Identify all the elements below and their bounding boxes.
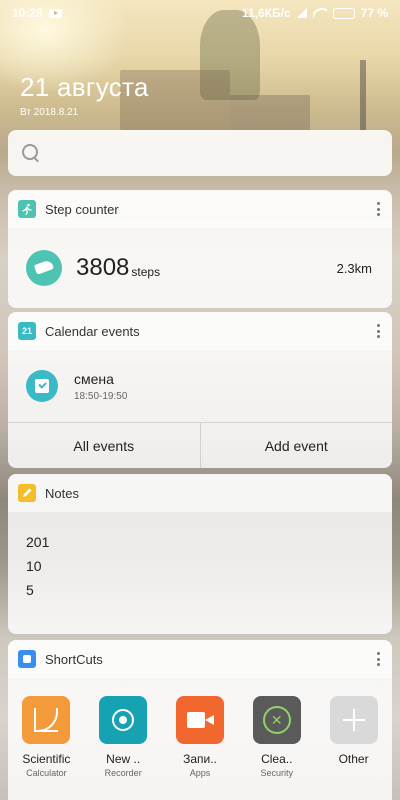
shortcut-label: New .. bbox=[106, 752, 141, 766]
plus-icon bbox=[342, 709, 365, 731]
shortcuts-row: Scientific Calculator New .. Recorder За… bbox=[8, 678, 392, 778]
step-counter-card[interactable]: Step counter 3808 steps 2.3km bbox=[8, 190, 392, 308]
event-text: смена 18:50-19:50 bbox=[74, 371, 127, 402]
more-icon[interactable] bbox=[377, 652, 380, 666]
video-icon bbox=[186, 712, 214, 728]
shoe-icon bbox=[33, 259, 55, 275]
calendar-card[interactable]: 21 Calendar events смена 18:50-19:50 All… bbox=[8, 312, 392, 468]
note-line: 5 bbox=[26, 582, 34, 598]
note-line: 201 bbox=[26, 534, 50, 550]
record-icon bbox=[112, 709, 135, 731]
shortcut-tile[interactable] bbox=[329, 696, 378, 744]
calendar-event[interactable]: смена 18:50-19:50 bbox=[8, 350, 392, 422]
shortcut-new-recorder[interactable]: New .. Recorder bbox=[87, 696, 159, 778]
cleaner-icon: ✕ bbox=[262, 706, 291, 734]
shortcut-cleaner[interactable]: ✕ Clea.. Security bbox=[241, 696, 313, 778]
signal-icon bbox=[296, 8, 307, 18]
shortcut-sublabel: Recorder bbox=[104, 768, 142, 778]
shortcut-tile[interactable] bbox=[175, 696, 224, 744]
shoe-icon-badge bbox=[26, 250, 62, 286]
shortcut-sublabel: Calculator bbox=[26, 768, 67, 778]
shortcut-sublabel: Security bbox=[260, 768, 294, 778]
step-unit: steps bbox=[131, 265, 161, 279]
step-counter-title: Step counter bbox=[45, 201, 119, 217]
calendar-actions: All events Add event bbox=[8, 422, 392, 468]
note-line: 10 bbox=[26, 558, 42, 574]
pencil-icon bbox=[18, 484, 36, 502]
date-header: 21 августа Вт 2018.8.21 bbox=[20, 72, 149, 118]
check-icon bbox=[35, 379, 49, 393]
shortcut-label: Запи.. bbox=[183, 752, 217, 766]
shortcut-screen-record[interactable]: Запи.. Apps bbox=[164, 696, 236, 778]
shortcuts-header: ShortCuts bbox=[8, 640, 392, 678]
date-small: Вт 2018.8.21 bbox=[20, 107, 79, 118]
shortcut-tile[interactable] bbox=[99, 696, 148, 744]
shortcuts-title: ShortCuts bbox=[45, 651, 103, 667]
notes-header: Notes bbox=[8, 474, 392, 512]
more-icon[interactable] bbox=[377, 324, 380, 338]
event-time: 18:50-19:50 bbox=[74, 390, 128, 402]
search-icon bbox=[22, 144, 40, 162]
notes-card[interactable]: Notes 201 10 5 bbox=[8, 474, 392, 634]
network-speed: 11,6КБ/с bbox=[241, 6, 291, 20]
battery-icon bbox=[332, 7, 355, 19]
step-count: 3808 bbox=[76, 254, 130, 281]
add-event-button[interactable]: Add event bbox=[199, 423, 393, 468]
notes-body[interactable]: 201 10 5 bbox=[8, 512, 392, 606]
wifi-icon bbox=[313, 8, 327, 18]
shortcut-sublabel: Apps bbox=[189, 768, 211, 778]
youtube-icon bbox=[48, 8, 62, 18]
background-house-2 bbox=[230, 95, 310, 130]
step-counter-header: Step counter bbox=[8, 190, 392, 228]
shortcut-label: Scientific bbox=[22, 752, 71, 766]
status-bar: 10:28 11,6КБ/с 77 % bbox=[0, 0, 400, 26]
shortcut-label: Other bbox=[338, 752, 369, 766]
step-distance: 2.3km bbox=[336, 260, 372, 276]
calendar-title: Calendar events bbox=[45, 323, 140, 339]
runner-icon bbox=[18, 200, 36, 218]
status-time: 10:28 bbox=[12, 6, 43, 20]
battery-percent: 77 % bbox=[360, 6, 388, 20]
date-large: 21 августа bbox=[20, 72, 149, 102]
shortcut-other[interactable]: Other bbox=[318, 696, 390, 778]
shortcut-tile[interactable]: ✕ bbox=[252, 696, 301, 744]
shortcut-tile[interactable] bbox=[22, 696, 71, 744]
shortcuts-card: ShortCuts Scientific Calculator New .. R… bbox=[8, 640, 392, 800]
all-events-button[interactable]: All events bbox=[8, 423, 200, 468]
background-pole bbox=[360, 60, 366, 130]
calendar-icon: 21 bbox=[18, 322, 36, 340]
shortcut-label: Clea.. bbox=[261, 752, 293, 766]
graph-icon bbox=[34, 708, 59, 732]
more-icon[interactable] bbox=[377, 202, 380, 216]
shortcuts-icon bbox=[18, 650, 36, 668]
notes-title: Notes bbox=[45, 485, 79, 501]
event-badge bbox=[26, 370, 58, 402]
step-counter-body[interactable]: 3808 steps 2.3km bbox=[8, 228, 392, 308]
event-name: смена bbox=[74, 370, 114, 387]
calendar-header: 21 Calendar events bbox=[8, 312, 392, 350]
shortcut-scientific-calculator[interactable]: Scientific Calculator bbox=[10, 696, 82, 778]
search-bar[interactable] bbox=[8, 130, 392, 176]
